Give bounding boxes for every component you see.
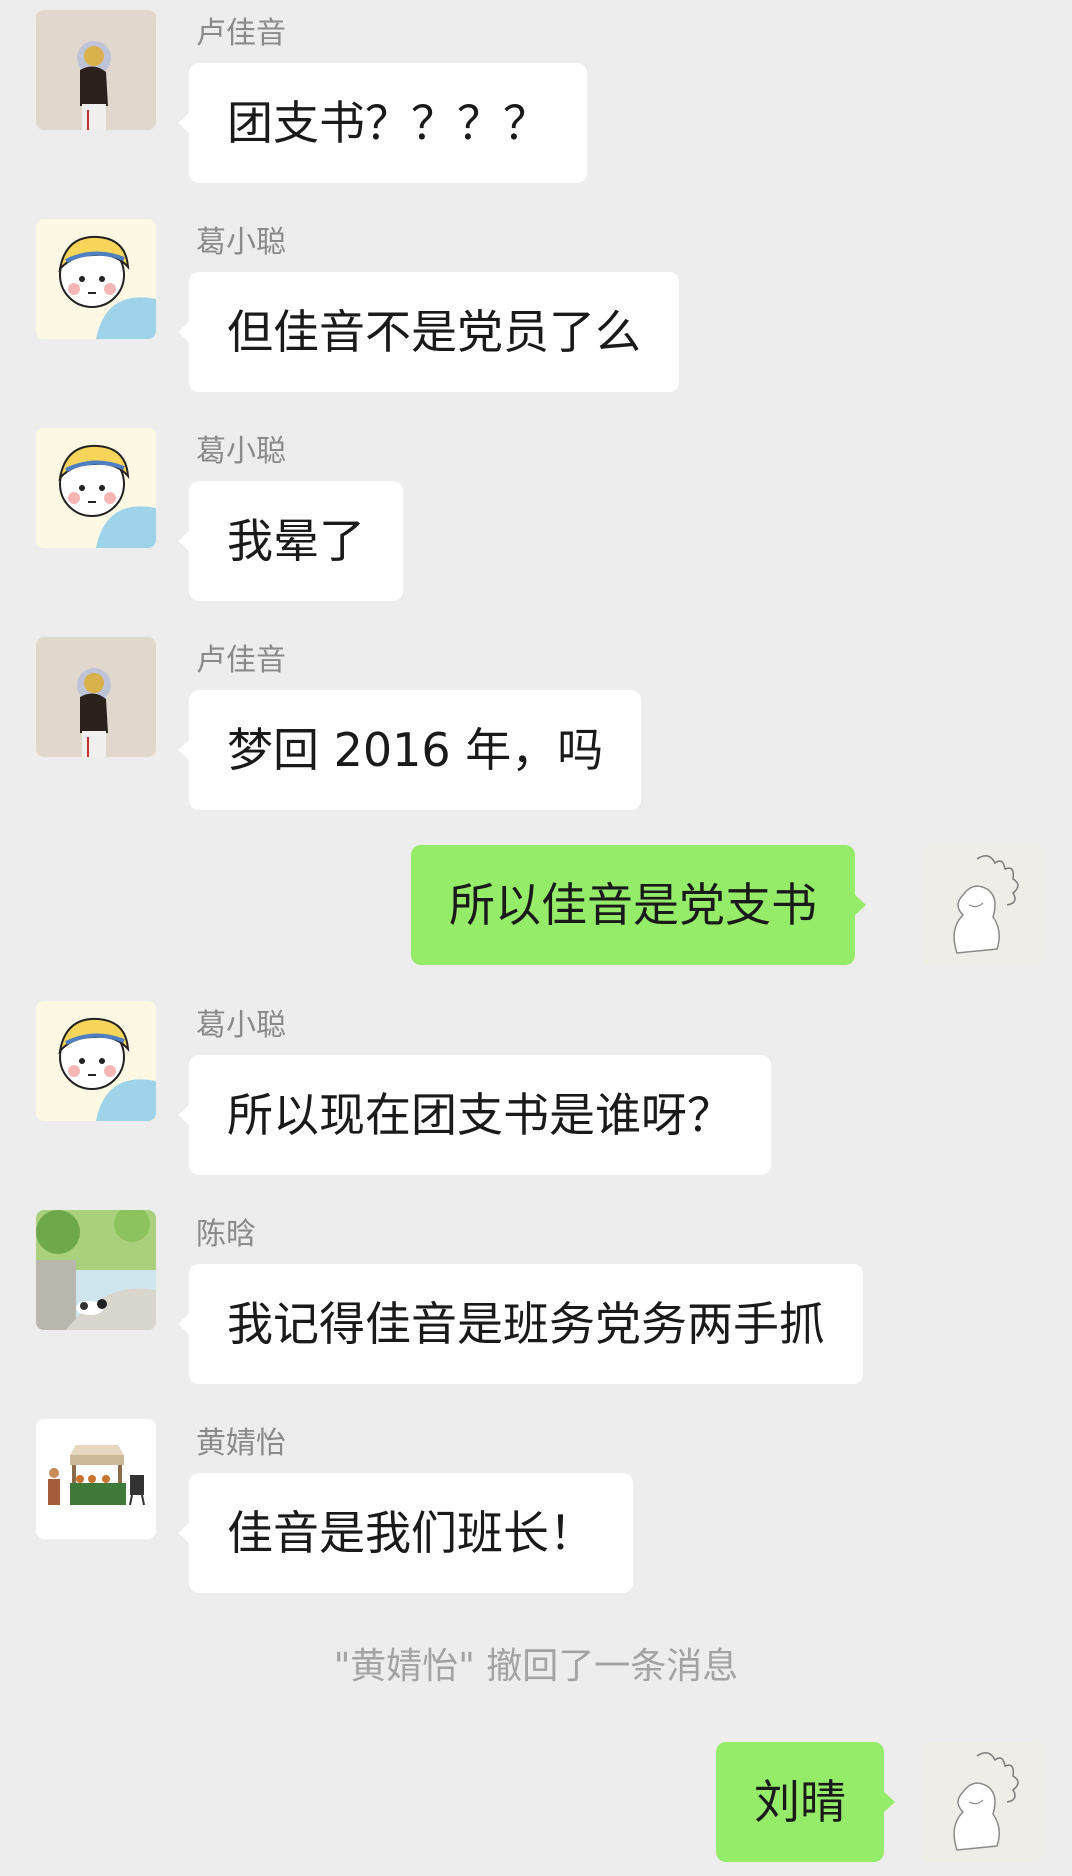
sender-name: 黄婧怡 xyxy=(196,1426,286,1461)
lu-jiayin-avatar[interactable] xyxy=(36,637,156,757)
message-bubble[interactable]: 梦回 2016 年，吗 xyxy=(177,690,642,810)
self-avatar[interactable] xyxy=(923,1742,1043,1862)
sender-name: 卢佳音 xyxy=(196,16,286,51)
chat-message-list[interactable]: 卢佳音 团支书？？？？ 葛小聪 但佳音不是党员了么 葛小聪 我晕了 卢佳音 梦回… xyxy=(0,0,1072,1876)
message-bubble[interactable]: 我记得佳音是班务党务两手抓 xyxy=(178,1264,863,1384)
sender-name: 葛小聪 xyxy=(196,225,286,260)
ge-xiaocong-avatar[interactable] xyxy=(36,428,156,548)
ge-xiaocong-avatar[interactable] xyxy=(36,1001,156,1121)
message-bubble[interactable]: 佳音是我们班长！ xyxy=(178,1473,633,1593)
message-bubble[interactable]: 团支书？？？？ xyxy=(178,63,587,183)
message-bubble[interactable]: 但佳音不是党员了么 xyxy=(178,272,679,392)
lu-jiayin-avatar[interactable] xyxy=(36,10,156,130)
sender-name: 陈晗 xyxy=(196,1217,256,1252)
chen-han-avatar[interactable] xyxy=(36,1210,156,1330)
huang-jingyi-avatar[interactable] xyxy=(36,1419,156,1539)
self-avatar[interactable] xyxy=(923,845,1043,965)
message-bubble[interactable]: 所以佳音是党支书 xyxy=(411,845,866,965)
message-bubble[interactable]: 刘晴 xyxy=(716,1742,895,1862)
ge-xiaocong-avatar[interactable] xyxy=(36,219,156,339)
sender-name: 葛小聪 xyxy=(196,434,286,469)
sender-name: 卢佳音 xyxy=(196,643,286,678)
message-bubble[interactable]: 所以现在团支书是谁呀？ xyxy=(178,1055,771,1175)
message-bubble[interactable]: 我晕了 xyxy=(178,481,403,601)
sender-name: 葛小聪 xyxy=(196,1008,286,1043)
recall-notice: "黄婧怡" 撤回了一条消息 xyxy=(333,1646,739,1687)
